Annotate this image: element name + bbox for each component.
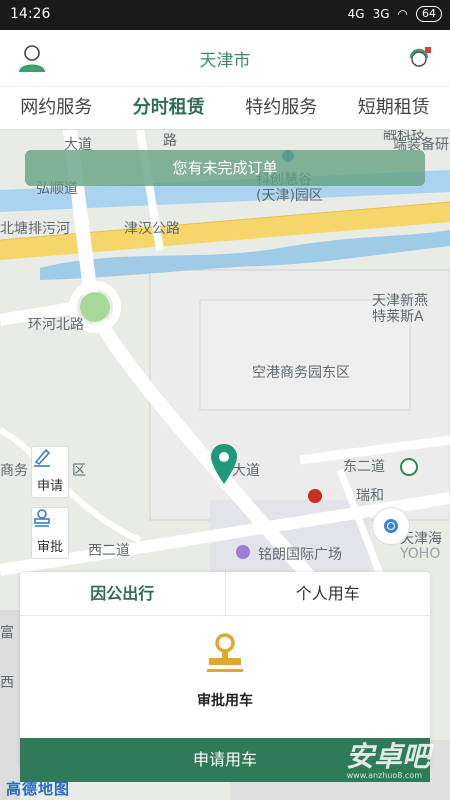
tab-personal-use[interactable]: 个人用车 [226,572,431,615]
map-label: 区 [72,463,86,479]
tab-special-service[interactable]: 特约服务 [225,87,338,129]
watermark-logo: 安卓吧 [345,740,430,773]
amap-logo: 高德地图 [6,780,71,798]
battery-level: 64 [416,6,442,22]
unfinished-order-notice[interactable]: 您有未完成订单 [25,150,425,186]
app-header: 天津市 [0,30,450,86]
tab-business-trip[interactable]: 因公出行 [20,572,226,615]
watermark-url: www.anzhuo8.com [346,771,422,780]
wifi-icon: ◠ [397,7,408,21]
city-title[interactable]: 天津市 [0,46,450,71]
approval-stamp-icon [207,633,243,672]
customer-service-icon[interactable] [406,44,434,72]
location-pin-icon[interactable] [211,444,237,484]
signal-4g-label: 4G [347,7,365,21]
status-time: 14:26 [10,6,51,22]
stamp-icon [32,508,68,536]
map-label: YOHO [400,546,441,562]
approval-car-label: 审批用车 [197,693,253,709]
tab-time-share-rental[interactable]: 分时租赁 [113,87,226,129]
status-bar: 14:26 4G 3G ◠ 64 [0,0,450,30]
signal-3g-label: 3G [372,7,390,21]
approve-side-label: 审批 [36,540,63,555]
map-label: 富 [0,625,14,641]
locate-me-button[interactable] [372,507,410,545]
approve-side-button[interactable]: 审批 [31,507,69,559]
map-label: 北塘排污河 [0,221,70,237]
map-label: 特莱斯A [372,309,424,325]
ride-type-tabs: 因公出行 个人用车 [20,572,430,616]
map-label: 商务 [0,463,28,479]
service-tabs: 网约服务 分时租赁 特约服务 短期租赁 [0,86,450,130]
pen-icon [32,447,68,475]
approval-car-option[interactable]: 审批用车 [20,632,430,710]
tab-short-term-rental[interactable]: 短期租赁 [338,87,450,129]
apply-side-button[interactable]: 申请 [31,446,69,498]
map-label: 铭朗国际广场 [258,547,342,563]
status-icons: 4G 3G ◠ 64 [348,6,442,22]
map-label: 瑞和 [356,488,384,504]
map-label: 东二道 [343,459,385,475]
map-label: 津汉公路 [124,221,180,237]
tab-ride-hailing[interactable]: 网约服务 [0,87,113,129]
map-label: 西二道 [88,543,130,559]
map-label: 环河北路 [28,317,84,333]
apply-side-label: 申请 [36,479,63,494]
map-label: 西 [0,675,14,691]
map-label: 路 [163,133,177,149]
map-label: 空港商务园东区 [252,365,350,381]
